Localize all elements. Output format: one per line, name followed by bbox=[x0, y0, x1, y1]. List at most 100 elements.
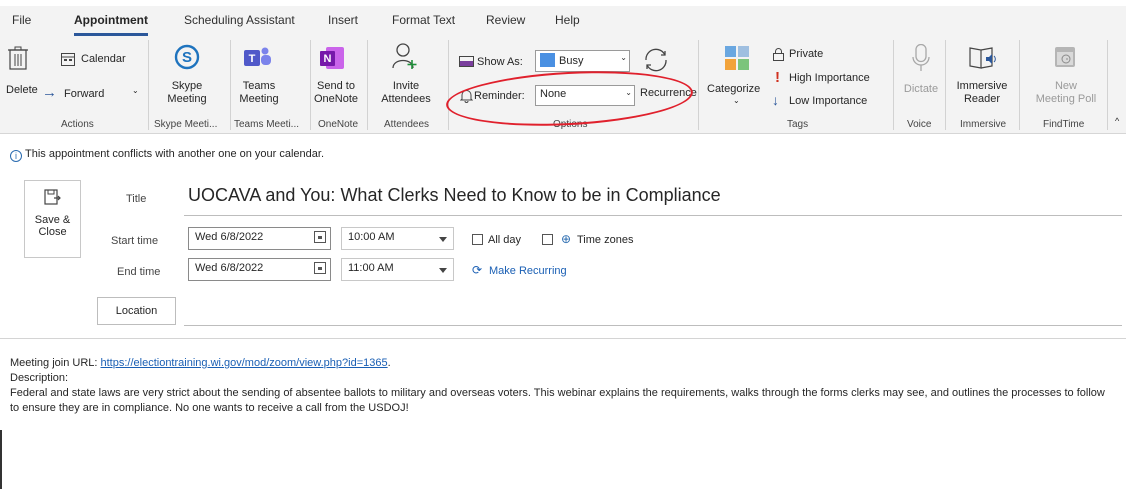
delete-button[interactable]: Delete bbox=[6, 84, 38, 96]
new-meeting-poll-button[interactable]: New Meeting Poll bbox=[1030, 80, 1102, 106]
join-url-link[interactable]: https://electiontraining.wi.gov/mod/zoom… bbox=[101, 357, 388, 369]
group-label-immersive: Immersive bbox=[960, 119, 1007, 130]
globe-icon: ⊕ bbox=[561, 232, 572, 246]
join-url-line: Meeting join URL: https://electiontraini… bbox=[10, 356, 1110, 371]
group-divider bbox=[230, 40, 231, 130]
group-divider bbox=[698, 40, 699, 130]
tab-format-text[interactable]: Format Text bbox=[392, 13, 455, 27]
text-cursor-bar bbox=[0, 430, 2, 489]
chevron-down-icon[interactable] bbox=[439, 268, 447, 273]
group-label-voice: Voice bbox=[907, 119, 932, 130]
group-divider bbox=[1107, 40, 1108, 130]
group-divider bbox=[367, 40, 368, 130]
save-icon bbox=[25, 189, 80, 210]
send-to-onenote-button[interactable]: Send to OneNote bbox=[313, 80, 359, 106]
skype-icon: S bbox=[174, 44, 200, 73]
skype-meeting-button[interactable]: Skype Meeting bbox=[164, 80, 210, 106]
time-zones-checkbox[interactable] bbox=[542, 234, 553, 245]
skype-line1: Skype bbox=[171, 80, 203, 92]
dictate-button[interactable]: Dictate bbox=[900, 83, 942, 96]
high-importance-button[interactable]: High Importance bbox=[789, 72, 870, 84]
calendar-button[interactable]: Calendar bbox=[81, 53, 126, 65]
exclamation-icon: ! bbox=[775, 69, 780, 86]
group-divider bbox=[945, 40, 946, 130]
immersive-reader-button[interactable]: Immersive Reader bbox=[954, 80, 1010, 106]
chevron-down-icon[interactable]: ⌄ bbox=[132, 86, 139, 95]
group-divider bbox=[310, 40, 311, 130]
recurring-icon: ⟳ bbox=[472, 263, 483, 277]
svg-text:S: S bbox=[182, 49, 192, 66]
onenote-icon: N bbox=[320, 46, 346, 73]
chevron-down-icon[interactable]: ⌄ bbox=[733, 96, 740, 105]
description-label: Description: bbox=[10, 372, 69, 384]
save-close-line2: Close bbox=[38, 226, 67, 238]
chevron-down-icon[interactable] bbox=[439, 237, 447, 242]
show-as-icon bbox=[459, 56, 474, 70]
title-underline bbox=[184, 215, 1122, 216]
start-date-value: Wed 6/8/2022 bbox=[195, 231, 264, 243]
onenote-line2: OneNote bbox=[313, 93, 359, 105]
forward-arrow-icon: → bbox=[42, 84, 57, 101]
tab-scheduling-assistant[interactable]: Scheduling Assistant bbox=[184, 13, 295, 27]
group-label-findtime: FindTime bbox=[1043, 119, 1085, 130]
conflict-info-bar: i This appointment conflicts with another… bbox=[10, 148, 324, 162]
categorize-button[interactable]: Categorize bbox=[707, 83, 760, 95]
start-time-dropdown[interactable]: 10:00 AM bbox=[341, 227, 454, 250]
info-icon: i bbox=[10, 150, 22, 162]
start-time-value: 10:00 AM bbox=[348, 231, 395, 243]
save-close-button[interactable]: Save & Close bbox=[24, 180, 81, 258]
svg-text:T: T bbox=[249, 53, 256, 65]
lock-icon bbox=[773, 48, 784, 64]
save-close-line1: Save & bbox=[34, 214, 71, 226]
all-day-checkbox[interactable] bbox=[472, 234, 483, 245]
delete-icon[interactable] bbox=[8, 46, 28, 73]
join-url-prefix: Meeting join URL: bbox=[10, 357, 101, 369]
teams-line2: Meeting bbox=[239, 93, 279, 105]
end-time-label: End time bbox=[117, 266, 161, 278]
end-date-value: Wed 6/8/2022 bbox=[195, 262, 264, 274]
immersive-reader-icon bbox=[969, 46, 997, 73]
start-time-label: Start time bbox=[111, 235, 159, 247]
end-time-dropdown[interactable]: 11:00 AM bbox=[341, 258, 454, 281]
location-button[interactable]: Location bbox=[97, 297, 176, 325]
immersive-line1: Immersive bbox=[956, 80, 1008, 92]
show-as-value: Busy bbox=[559, 55, 584, 67]
categorize-icon bbox=[725, 46, 749, 73]
end-date-picker[interactable]: Wed 6/8/2022 bbox=[188, 258, 331, 281]
show-as-label: Show As: bbox=[477, 56, 523, 68]
invite-attendees-button[interactable]: Invite Attendees bbox=[381, 80, 431, 106]
tab-review[interactable]: Review bbox=[486, 13, 525, 27]
appointment-body[interactable]: Meeting join URL: https://electiontraini… bbox=[10, 356, 1110, 416]
title-input[interactable]: UOCAVA and You: What Clerks Need to Know… bbox=[188, 185, 721, 206]
tab-file[interactable]: File bbox=[12, 13, 31, 27]
svg-text:N: N bbox=[324, 53, 332, 65]
low-importance-button[interactable]: Low Importance bbox=[789, 95, 867, 107]
location-input[interactable] bbox=[184, 325, 1122, 326]
ribbon-tab-bar: File Appointment Scheduling Assistant In… bbox=[0, 6, 1126, 36]
start-date-picker[interactable]: Wed 6/8/2022 bbox=[188, 227, 331, 250]
group-divider bbox=[148, 40, 149, 130]
group-divider bbox=[1019, 40, 1020, 130]
body-divider bbox=[0, 338, 1126, 339]
teams-icon: T bbox=[244, 46, 272, 73]
group-label-skype: Skype Meeti... bbox=[154, 119, 218, 130]
show-as-dropdown[interactable]: Busy ⌄ bbox=[535, 50, 630, 72]
teams-meeting-button[interactable]: Teams Meeting bbox=[237, 80, 281, 106]
forward-button[interactable]: Forward bbox=[64, 88, 104, 100]
make-recurring-link[interactable]: Make Recurring bbox=[489, 265, 567, 277]
recurrence-icon bbox=[641, 46, 671, 77]
findtime-line2: Meeting Poll bbox=[1035, 93, 1097, 105]
private-button[interactable]: Private bbox=[789, 48, 823, 60]
collapse-ribbon-icon[interactable]: ^ bbox=[1115, 116, 1119, 126]
calendar-icon[interactable] bbox=[314, 262, 326, 274]
title-label: Title bbox=[126, 193, 147, 205]
tab-appointment[interactable]: Appointment bbox=[74, 13, 148, 36]
tab-insert[interactable]: Insert bbox=[328, 13, 358, 27]
all-day-label: All day bbox=[488, 234, 522, 246]
group-divider bbox=[448, 40, 449, 130]
busy-swatch bbox=[540, 53, 555, 67]
tab-help[interactable]: Help bbox=[555, 13, 580, 27]
description-text: Federal and state laws are very strict a… bbox=[10, 387, 1105, 414]
calendar-icon[interactable] bbox=[314, 231, 326, 243]
meeting-poll-icon bbox=[1054, 44, 1076, 71]
